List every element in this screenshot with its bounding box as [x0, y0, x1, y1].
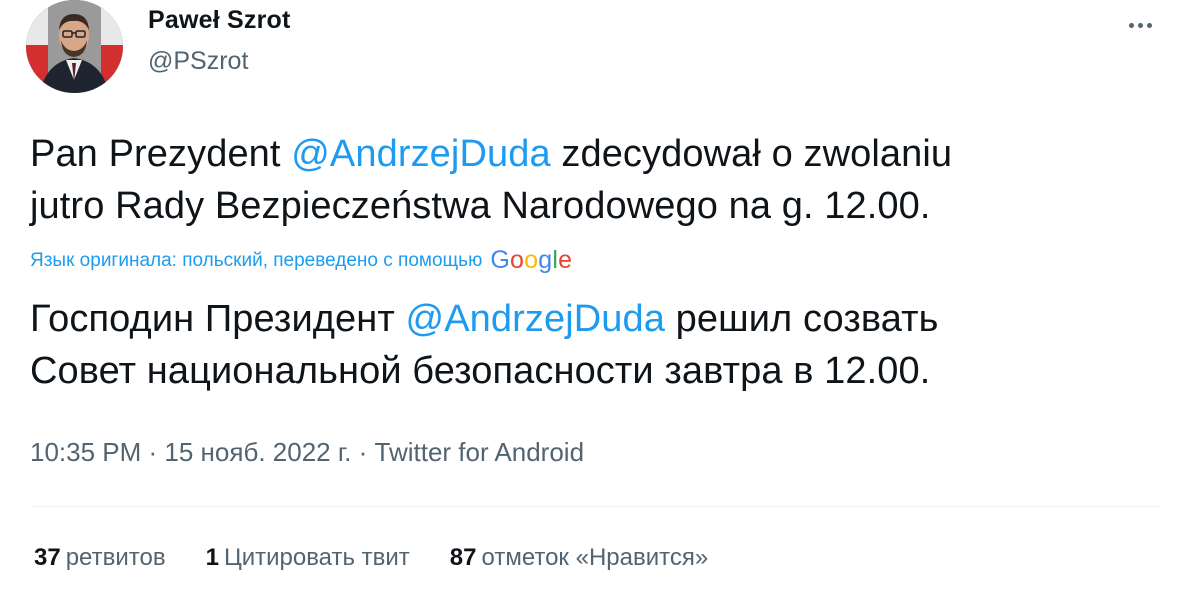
mention-link[interactable]: @AndrzejDuda	[291, 133, 550, 175]
tweet: Paweł Szrot @PSzrot Pan Prezydent @Andrz…	[0, 0, 1186, 595]
tweet-time[interactable]: 10:35 PM	[30, 437, 141, 467]
google-logo: Google	[490, 246, 573, 274]
tweet-source[interactable]: Twitter for Android	[375, 437, 585, 467]
translation-note-text: Язык оригинала: польский, переведено с п…	[30, 249, 483, 271]
mention-link[interactable]: @AndrzejDuda	[406, 298, 665, 340]
avatar[interactable]	[26, 0, 123, 93]
author-name[interactable]: Paweł Szrot	[148, 6, 291, 35]
translation-note[interactable]: Язык оригинала: польский, переведено с п…	[30, 246, 572, 275]
more-horizontal-icon	[1128, 22, 1134, 28]
translated-line-1: Господин Президент @AndrzejDuda решил со…	[30, 298, 939, 340]
translated-line-2: Совет национальной безопасности завтра в…	[30, 350, 931, 392]
divider	[30, 506, 1160, 507]
likes-stat[interactable]: 87 отметок «Нравится»	[450, 544, 708, 572]
more-button[interactable]	[1120, 10, 1160, 40]
retweets-stat[interactable]: 37 ретвитов	[34, 544, 166, 572]
tweet-date[interactable]: 15 нояб. 2022 г.	[164, 437, 351, 467]
original-line-2: jutro Rady Bezpieczeństwa Narodowego na …	[30, 185, 931, 227]
quotes-stat[interactable]: 1 Цитировать твит	[206, 544, 410, 572]
author-handle[interactable]: @PSzrot	[148, 47, 248, 76]
tweet-stats: 37 ретвитов 1 Цитировать твит 87 отметок «Н…	[34, 544, 748, 572]
tweet-translated-text: Господин Президент @AndrzejDuda решил со…	[30, 293, 939, 397]
original-line-1: Pan Prezydent @AndrzejDuda zdecydował o …	[30, 133, 953, 175]
tweet-original-text: Pan Prezydent @AndrzejDuda zdecydował o …	[30, 128, 952, 232]
tweet-meta: 10:35 PM · 15 нояб. 2022 г. · Twitter fo…	[30, 437, 585, 467]
avatar-photo	[26, 0, 123, 93]
